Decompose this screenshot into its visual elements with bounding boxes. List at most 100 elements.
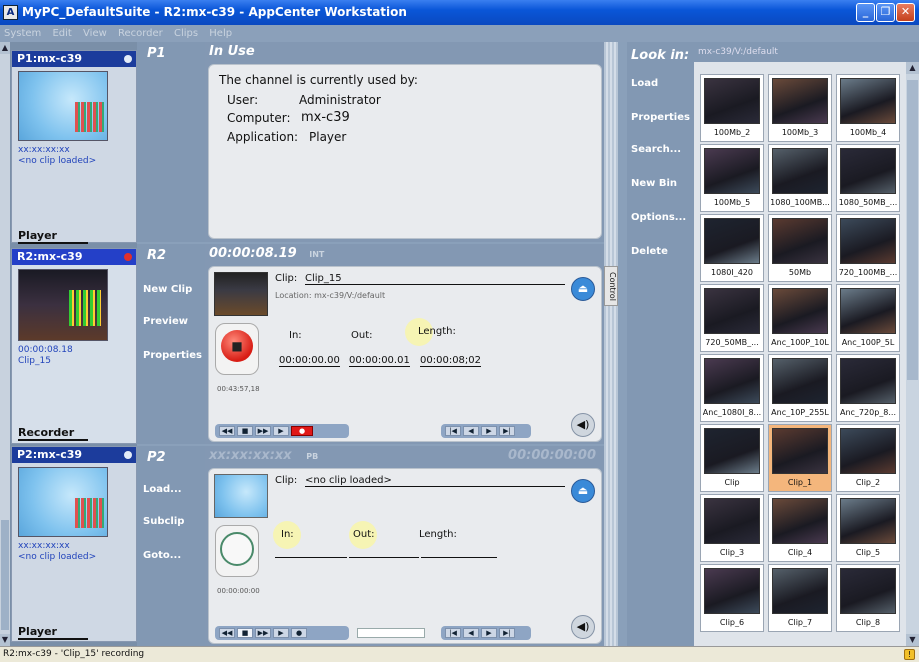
- position-slider[interactable]: [357, 628, 425, 638]
- clip-tile[interactable]: Clip_5: [836, 494, 900, 562]
- go-to-start-icon[interactable]: |◀: [445, 628, 461, 638]
- scroll-up-icon[interactable]: ▲: [0, 42, 10, 54]
- eject-icon[interactable]: ⏏: [571, 479, 595, 503]
- slot-p2[interactable]: P2:mx-c39 xx:xx:xx:xx <no clip loaded> P…: [11, 446, 137, 642]
- delete-button[interactable]: Delete: [631, 246, 668, 257]
- step-back-icon[interactable]: ◀: [463, 426, 479, 436]
- scroll-down-icon[interactable]: ▼: [0, 634, 10, 646]
- bin-scrollbar[interactable]: ▲ ▼: [906, 62, 919, 646]
- out-timecode[interactable]: [349, 557, 419, 558]
- go-to-start-icon[interactable]: |◀: [445, 426, 461, 436]
- clip-tile[interactable]: Clip_1: [768, 424, 832, 492]
- slot-scrollbar[interactable]: ▲ ▼: [0, 42, 10, 646]
- record-button[interactable]: ■: [215, 323, 259, 375]
- look-in-path[interactable]: mx-c39/V:/default: [694, 42, 919, 62]
- length-timecode[interactable]: [421, 557, 497, 558]
- go-to-end-icon[interactable]: ▶|: [499, 628, 515, 638]
- clip-tile[interactable]: 1080_100MB...: [768, 144, 832, 212]
- subclip-button[interactable]: Subclip: [143, 516, 184, 527]
- clip-tile-label: Anc_10P_255L: [771, 408, 829, 417]
- bin-properties-button[interactable]: Properties: [631, 112, 690, 123]
- clip-tile[interactable]: 100Mb_3: [768, 74, 832, 142]
- step-forward-icon[interactable]: ▶: [481, 628, 497, 638]
- rewind-icon[interactable]: ◀◀: [219, 426, 235, 436]
- goto-button[interactable]: Goto...: [143, 550, 181, 561]
- clip-name-field[interactable]: <no clip loaded>: [305, 475, 565, 487]
- step-forward-icon[interactable]: ▶: [481, 426, 497, 436]
- slot-r2[interactable]: R2:mx-c39 00:00:08.18 Clip_15 Recorder: [11, 248, 137, 444]
- maximize-button[interactable]: ❐: [876, 3, 895, 22]
- stop-icon[interactable]: ■: [237, 426, 253, 436]
- record-icon[interactable]: ●: [291, 426, 313, 436]
- clip-tile[interactable]: Clip_8: [836, 564, 900, 632]
- properties-button[interactable]: Properties: [143, 350, 202, 361]
- clip-tile-label: Anc_720p_8...: [839, 408, 896, 417]
- menu-view[interactable]: View: [83, 28, 107, 39]
- stop-icon[interactable]: ■: [237, 628, 253, 638]
- new-clip-button[interactable]: New Clip: [143, 284, 192, 295]
- step-back-icon[interactable]: ◀: [463, 628, 479, 638]
- clip-tile[interactable]: 720_100MB_...: [836, 214, 900, 282]
- new-bin-button[interactable]: New Bin: [631, 178, 677, 189]
- search-button[interactable]: Search...: [631, 144, 681, 155]
- clip-tile[interactable]: 1080_50MB_...: [836, 144, 900, 212]
- preview-button[interactable]: Preview: [143, 316, 188, 327]
- clip-tile[interactable]: Anc_1080I_8...: [700, 354, 764, 422]
- jog-wheel[interactable]: [215, 525, 259, 577]
- clip-thumbnail: [772, 568, 828, 614]
- menu-edit[interactable]: Edit: [52, 28, 71, 39]
- clip-tile[interactable]: Anc_720p_8...: [836, 354, 900, 422]
- options-button[interactable]: Options...: [631, 212, 686, 223]
- load-button[interactable]: Load...: [143, 484, 182, 495]
- clip-tile[interactable]: 720_50MB_...: [700, 284, 764, 352]
- scroll-thumb[interactable]: [1, 520, 9, 630]
- clip-tile[interactable]: Anc_100P_10L: [768, 284, 832, 352]
- splitter[interactable]: [604, 42, 618, 646]
- rewind-icon[interactable]: ◀◀: [219, 628, 235, 638]
- clip-tile[interactable]: Clip_2: [836, 424, 900, 492]
- menu-clips[interactable]: Clips: [174, 28, 198, 39]
- play-icon[interactable]: ▶: [273, 628, 289, 638]
- scroll-up-icon[interactable]: ▲: [906, 62, 919, 74]
- scroll-down-icon[interactable]: ▼: [906, 634, 919, 646]
- fast-forward-icon[interactable]: ▶▶: [255, 426, 271, 436]
- record-icon[interactable]: ●: [291, 628, 307, 638]
- slot-clip-name: <no clip loaded>: [18, 552, 97, 562]
- audio-icon[interactable]: ◀): [571, 413, 595, 437]
- eject-icon[interactable]: ⏏: [571, 277, 595, 301]
- fast-forward-icon[interactable]: ▶▶: [255, 628, 271, 638]
- channel-slot-column: ▲ ▼ P1:mx-c39 xx:xx:xx:xx <no clip loade…: [0, 42, 137, 646]
- bin-load-button[interactable]: Load: [631, 78, 658, 89]
- length-timecode[interactable]: 00:00:08;02: [420, 355, 482, 367]
- minimize-button[interactable]: _: [856, 3, 875, 22]
- clip-tile-label: 1080_50MB_...: [838, 198, 898, 207]
- clip-tile[interactable]: Anc_10P_255L: [768, 354, 832, 422]
- clip-tile[interactable]: 100Mb_4: [836, 74, 900, 142]
- clip-tile[interactable]: 100Mb_2: [700, 74, 764, 142]
- menu-help[interactable]: Help: [209, 28, 232, 39]
- audio-icon[interactable]: ◀): [571, 615, 595, 639]
- clip-tile[interactable]: 50Mb: [768, 214, 832, 282]
- warning-icon[interactable]: !: [904, 649, 915, 660]
- out-timecode[interactable]: 00:00:00.01: [349, 355, 410, 367]
- clip-tile[interactable]: Clip_6: [700, 564, 764, 632]
- slot-thumbnail: [18, 467, 108, 537]
- clip-tile[interactable]: Clip_3: [700, 494, 764, 562]
- play-icon[interactable]: ▶: [273, 426, 289, 436]
- control-tab[interactable]: Control: [604, 266, 618, 306]
- clip-tile[interactable]: Clip_4: [768, 494, 832, 562]
- clip-tile[interactable]: 100Mb_5: [700, 144, 764, 212]
- clip-tile[interactable]: Clip: [700, 424, 764, 492]
- close-button[interactable]: ✕: [896, 3, 915, 22]
- clip-name-field[interactable]: Clip_15: [305, 273, 565, 285]
- go-to-end-icon[interactable]: ▶|: [499, 426, 515, 436]
- in-timecode[interactable]: [275, 557, 347, 558]
- clip-tile[interactable]: Anc_100P_5L: [836, 284, 900, 352]
- clip-tile[interactable]: Clip_7: [768, 564, 832, 632]
- menu-recorder[interactable]: Recorder: [118, 28, 163, 39]
- menu-system[interactable]: System: [4, 28, 41, 39]
- slot-p1[interactable]: P1:mx-c39 xx:xx:xx:xx <no clip loaded> P…: [11, 50, 137, 244]
- scroll-thumb[interactable]: [907, 80, 918, 380]
- clip-tile[interactable]: 1080I_420: [700, 214, 764, 282]
- in-timecode[interactable]: 00:00:00.00: [279, 355, 340, 367]
